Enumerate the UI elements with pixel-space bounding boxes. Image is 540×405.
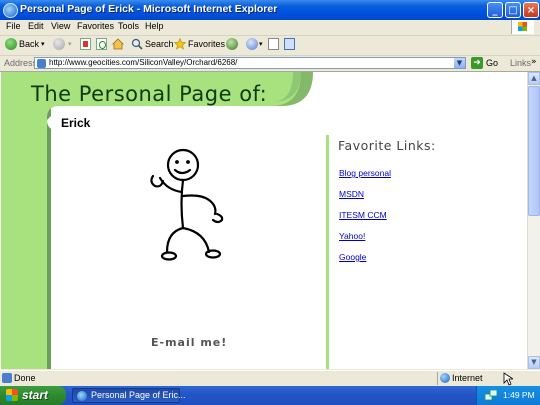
close-button[interactable]: × xyxy=(523,2,539,18)
favorites-button[interactable]: Favorites xyxy=(188,39,225,49)
stick-figure-image xyxy=(150,148,224,261)
network-icon[interactable] xyxy=(485,390,497,401)
address-url[interactable]: http://www.geocities.com/SiliconValley/O… xyxy=(49,58,237,67)
address-bar: Address http://www.geocities.com/Silicon… xyxy=(0,56,540,72)
menu-file[interactable]: File xyxy=(6,21,21,31)
status-divider xyxy=(437,372,438,385)
go-button[interactable]: Go xyxy=(486,58,498,68)
clock[interactable]: 1:49 PM xyxy=(503,390,535,400)
back-button[interactable]: Back xyxy=(19,39,39,49)
menu-help[interactable]: Help xyxy=(145,21,164,31)
menu-tools[interactable]: Tools xyxy=(118,21,139,31)
system-tray: 1:49 PM xyxy=(476,386,540,405)
mail-dropdown-icon[interactable]: ▾ xyxy=(259,40,263,48)
search-button[interactable]: Search xyxy=(145,39,174,49)
email-link[interactable]: E-mail me! xyxy=(151,336,227,349)
internet-globe-icon xyxy=(440,373,450,383)
scroll-up-icon[interactable]: ▲ xyxy=(528,72,540,85)
scroll-down-icon[interactable]: ▼ xyxy=(528,356,540,369)
go-arrow-icon[interactable]: ➜ xyxy=(471,57,483,69)
search-icon[interactable] xyxy=(131,38,143,50)
menu-view[interactable]: View xyxy=(51,21,70,31)
link-yahoo[interactable]: Yahoo! xyxy=(339,231,365,241)
forward-dropdown-icon[interactable]: ▾ xyxy=(68,40,72,48)
page-done-icon xyxy=(2,373,12,383)
mouse-cursor-icon xyxy=(503,372,513,386)
window-title: Personal Page of Erick - Microsoft Inter… xyxy=(20,3,278,15)
favorites-star-icon[interactable] xyxy=(173,37,187,50)
status-text: Done xyxy=(14,373,36,383)
links-chevron-icon[interactable]: » xyxy=(531,57,537,67)
start-button[interactable]: start xyxy=(0,386,66,405)
edit-icon[interactable] xyxy=(284,38,295,50)
address-label: Address xyxy=(4,58,38,68)
page-title: The Personal Page of: xyxy=(31,82,268,106)
windows-flag-icon xyxy=(6,389,18,401)
forward-arrow-icon[interactable] xyxy=(53,38,65,50)
link-blog-personal[interactable]: Blog personal xyxy=(339,168,391,178)
back-dropdown-icon[interactable]: ▾ xyxy=(41,40,45,48)
owner-name: Erick xyxy=(61,116,91,130)
start-label: start xyxy=(22,388,49,402)
minimize-button[interactable]: _ xyxy=(487,2,503,18)
taskbar: start Personal Page of Eric... 1:49 PM xyxy=(0,386,540,405)
back-arrow-icon[interactable] xyxy=(5,38,17,50)
ie-taskbar-icon xyxy=(77,391,87,401)
taskbar-window-button[interactable]: Personal Page of Eric... xyxy=(72,388,186,403)
menu-edit[interactable]: Edit xyxy=(28,21,44,31)
link-msdn[interactable]: MSDN xyxy=(339,189,364,199)
maximize-button[interactable]: □ xyxy=(505,2,521,18)
title-bar[interactable]: Personal Page of Erick - Microsoft Inter… xyxy=(0,0,540,20)
history-icon[interactable] xyxy=(226,38,238,50)
links-button[interactable]: Links xyxy=(510,58,531,68)
address-input[interactable]: http://www.geocities.com/SiliconValley/O… xyxy=(34,57,466,69)
ie-icon xyxy=(3,3,18,18)
toolbar: Back ▾ ▾ Search Favorites ▾ xyxy=(0,36,540,56)
mail-icon[interactable] xyxy=(246,38,258,50)
vertical-scrollbar[interactable]: ▲ ▼ xyxy=(527,72,540,369)
taskbar-window-label: Personal Page of Eric... xyxy=(91,390,186,400)
page-icon xyxy=(37,59,46,68)
scrollbar-thumb[interactable] xyxy=(528,86,540,216)
web-page: The Personal Page of: Erick Favorite Lin… xyxy=(0,72,528,369)
menu-bar: File Edit View Favorites Tools Help xyxy=(0,20,540,36)
security-zone: Internet xyxy=(452,373,483,383)
link-itesm-ccm[interactable]: ITESM CCM xyxy=(339,210,387,220)
print-icon[interactable] xyxy=(268,38,279,50)
status-bar: Done Internet xyxy=(0,370,540,386)
favorites-heading: Favorite Links: xyxy=(338,138,436,153)
menu-favorites[interactable]: Favorites xyxy=(77,21,114,31)
windows-logo-icon xyxy=(511,20,534,34)
home-icon[interactable] xyxy=(112,38,124,50)
address-dropdown-icon[interactable]: ▼ xyxy=(454,58,465,68)
stop-icon[interactable] xyxy=(80,38,91,50)
refresh-icon[interactable] xyxy=(96,38,107,50)
link-google[interactable]: Google xyxy=(339,252,366,262)
